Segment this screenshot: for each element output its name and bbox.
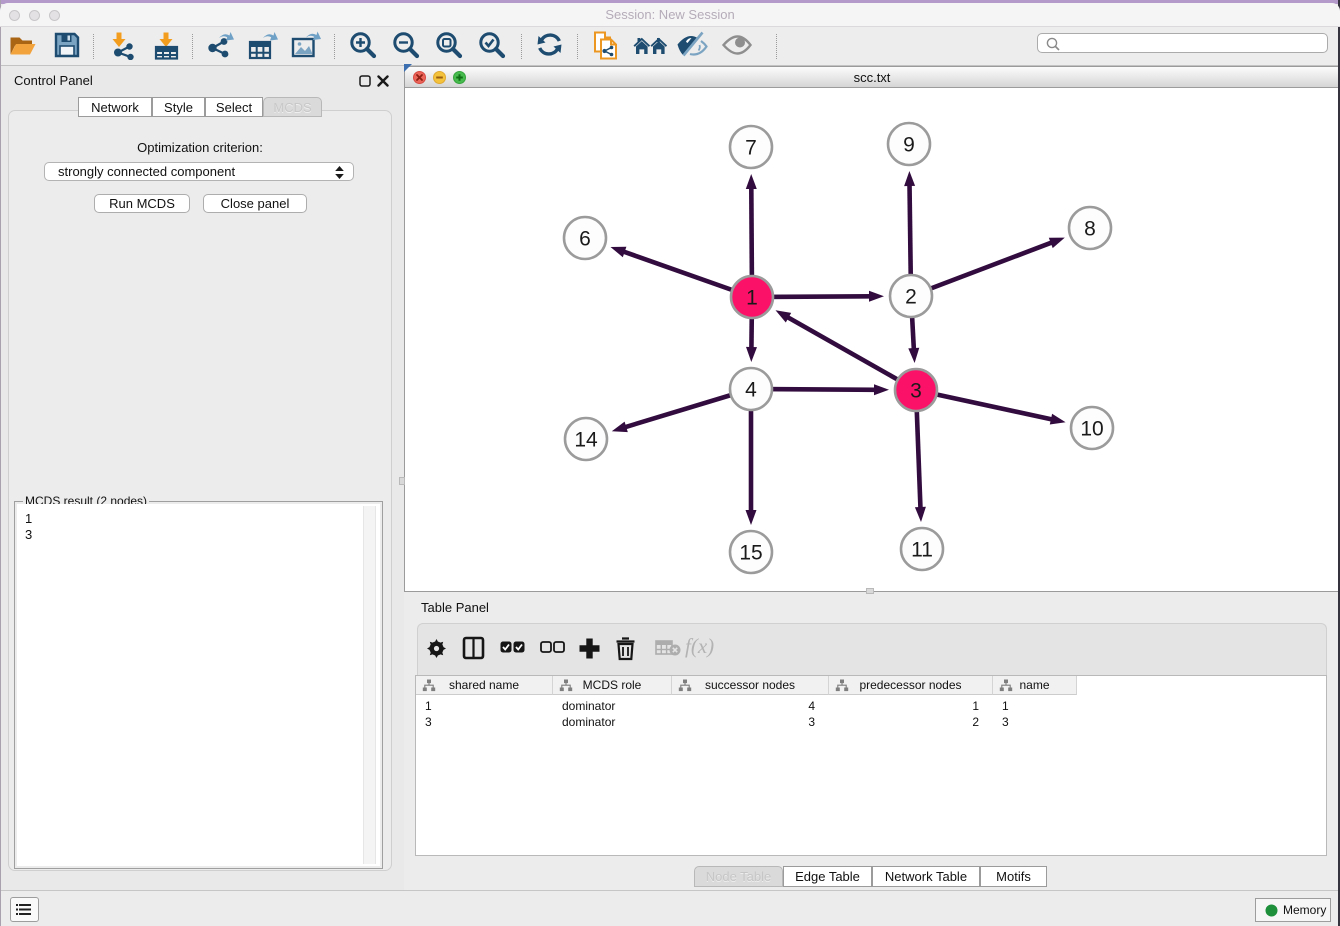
svg-text:8: 8 bbox=[1084, 218, 1096, 241]
svg-text:7: 7 bbox=[745, 137, 757, 160]
svg-text:1: 1 bbox=[746, 287, 758, 310]
svg-text:11: 11 bbox=[911, 539, 933, 562]
svg-text:9: 9 bbox=[903, 134, 915, 157]
svg-text:14: 14 bbox=[574, 429, 598, 452]
svg-text:3: 3 bbox=[910, 380, 922, 403]
svg-text:4: 4 bbox=[745, 379, 757, 402]
svg-text:6: 6 bbox=[579, 228, 591, 251]
svg-text:10: 10 bbox=[1080, 418, 1103, 441]
svg-text:15: 15 bbox=[739, 542, 762, 565]
svg-text:2: 2 bbox=[905, 286, 917, 309]
